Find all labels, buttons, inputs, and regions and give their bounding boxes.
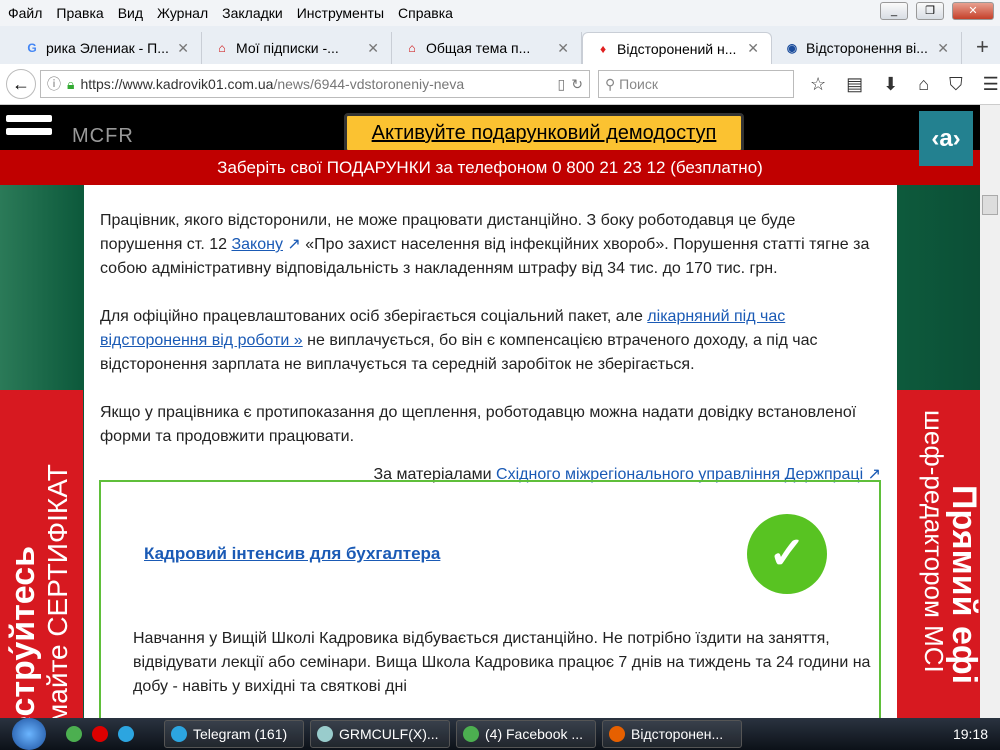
url-path: /news/6944-vdstoroneniy-neva [273, 76, 465, 92]
task-facebook[interactable]: (4) Facebook ... [456, 720, 596, 748]
paragraph-3: Якщо у працівника є протипоказання до ще… [100, 404, 857, 445]
vertical-scrollbar[interactable] [980, 105, 1000, 718]
telegram-icon [171, 726, 187, 742]
tab-3[interactable]: ⌂ Общая тема п... ✕ [392, 32, 582, 64]
tab-title: Мої підписки -... [236, 40, 339, 56]
home-icon[interactable]: ⌂ [918, 74, 929, 95]
left-banner-bold-text: естру́йтесь [4, 545, 42, 718]
minimize-button[interactable]: _ [880, 2, 908, 20]
info-icon[interactable]: ⓘ [47, 74, 61, 94]
new-tab-button[interactable]: + [976, 34, 989, 64]
house-icon: ⌂ [408, 41, 416, 55]
app-icon [317, 726, 333, 742]
article-content: Працівник, якого відсторонили, не може п… [84, 185, 897, 718]
demo-access-button[interactable]: Активуйте подарунковий демодоступ [344, 113, 744, 153]
opera-icon[interactable] [92, 726, 108, 742]
close-window-button[interactable]: ✕ [952, 2, 994, 20]
law-link[interactable]: Закону [231, 236, 282, 253]
left-side-banner[interactable]: естру́йтесь майте СЕРТИФІКАТ [0, 390, 83, 718]
external-link-icon: ↗ [282, 236, 301, 253]
site-menu-icon[interactable] [6, 115, 52, 141]
url-host: https://www.kadrovik01.com.ua [80, 76, 274, 92]
course-description: Навчання у Вищій Школі Кадровика відбува… [133, 630, 871, 695]
task-grmculf[interactable]: GRMCULF(X)... [310, 720, 450, 748]
close-tab-icon[interactable]: ✕ [367, 40, 379, 57]
tab-bar: Gрика Элениак - П... ✕ ⌂ Мої підписки -...… [0, 26, 1000, 64]
menu-view[interactable]: Вид [118, 5, 143, 21]
close-tab-icon[interactable]: ✕ [177, 40, 189, 57]
scrollbar-thumb[interactable] [982, 195, 998, 215]
task-label: (4) Facebook ... [485, 726, 584, 742]
clock[interactable]: 19:18 [953, 726, 988, 742]
menu-help[interactable]: Справка [398, 5, 453, 21]
right-banner-bold-text: Прямий ефі [945, 485, 980, 685]
paragraph-2: Для офіційно працевлаштованих осіб збері… [100, 305, 881, 377]
firefox-icon [609, 726, 625, 742]
reading-list-icon[interactable]: ▤ [846, 74, 863, 95]
right-side-banner[interactable]: Прямий ефі шеф-редактором МСІ [897, 390, 980, 718]
menu-bar: Файл Правка Вид Журнал Закладки Инструме… [0, 0, 1000, 26]
tab-2[interactable]: ⌂ Мої підписки -... ✕ [202, 32, 392, 64]
paragraph-1: Працівник, якого відсторонили, не може п… [100, 209, 881, 281]
close-tab-icon[interactable]: ✕ [747, 40, 759, 57]
task-firefox[interactable]: Відсторонен... [602, 720, 742, 748]
google-icon: G [27, 41, 37, 55]
flame-icon: ♦ [599, 41, 607, 56]
tab-title: Відсторонення ві... [806, 40, 928, 56]
close-tab-icon[interactable]: ✕ [937, 40, 949, 57]
tab-title: рика Элениак - П... [46, 40, 169, 56]
tab-1[interactable]: Gрика Элениак - П... ✕ [12, 32, 202, 64]
course-title-link[interactable]: Кадровий інтенсив для бухгалтера [144, 542, 440, 566]
course-promo-box: Кадровий інтенсив для бухгалтера ✓ Навча… [99, 480, 881, 718]
reload-icon[interactable]: ↻ [571, 76, 583, 93]
restore-button[interactable]: ❐ [916, 2, 944, 20]
menu-tools[interactable]: Инструменты [297, 5, 384, 21]
task-telegram[interactable]: Telegram (161) [164, 720, 304, 748]
menu-history[interactable]: Журнал [157, 5, 208, 21]
menu-edit[interactable]: Правка [56, 5, 103, 21]
chrome-icon [463, 726, 479, 742]
download-icon[interactable]: ⬇ [883, 74, 898, 95]
search-placeholder: Поиск [619, 76, 658, 92]
back-button[interactable]: ← [6, 69, 36, 99]
tab-5[interactable]: ◉ Відсторонення ві... ✕ [772, 32, 962, 64]
search-icon: ⚲ [605, 75, 620, 92]
tab-title: Відсторонений н... [617, 40, 737, 57]
task-label: GRMCULF(X)... [339, 726, 439, 742]
telegram-icon[interactable] [118, 726, 134, 742]
site-header: MCFR Активуйте подарунковий демодоступ [0, 105, 980, 153]
bookmark-star-icon[interactable]: ☆ [810, 74, 826, 95]
tab-4-active[interactable]: ♦ Відсторонений н... ✕ [582, 32, 772, 64]
text: Для офіційно працевлаштованих осіб збері… [100, 308, 648, 325]
shield-icon: ◉ [786, 41, 798, 55]
reader-view-icon[interactable]: ▯ [558, 76, 566, 93]
chrome-icon[interactable] [66, 726, 82, 742]
taskbar: Telegram (161) GRMCULF(X)... (4) Faceboo… [0, 718, 1000, 750]
menu-bookmarks[interactable]: Закладки [222, 5, 283, 21]
tab-title: Общая тема п... [426, 40, 531, 56]
pocket-icon[interactable]: ⛉ [949, 74, 963, 95]
close-tab-icon[interactable]: ✕ [557, 40, 569, 57]
checkmark-icon: ✓ [747, 514, 827, 594]
lock-icon: 🔒︎ [67, 75, 75, 92]
start-button[interactable] [12, 718, 46, 750]
nav-bar: ← ⓘ 🔒︎ https://www.kadrovik01.com.ua/news… [0, 64, 1000, 105]
a-button[interactable]: ‹а› [919, 111, 973, 166]
menu-file[interactable]: Файл [8, 5, 42, 21]
mcfr-logo[interactable]: MCFR [72, 125, 134, 148]
gift-phone-banner[interactable]: Заберіть свої ПОДАРУНКИ за телефоном 0 8… [0, 150, 980, 185]
task-label: Відсторонен... [631, 726, 724, 742]
right-banner-text: шеф-редактором МСІ [919, 410, 949, 673]
left-banner-text: майте СЕРТИФІКАТ [42, 464, 73, 718]
web-page: MCFR Активуйте подарунковий демодоступ ‹… [0, 105, 980, 718]
url-bar[interactable]: ⓘ 🔒︎ https://www.kadrovik01.com.ua/news/6… [40, 70, 590, 98]
search-input[interactable]: ⚲ Поиск [598, 70, 794, 98]
hamburger-menu-icon[interactable]: ☰ [983, 74, 999, 95]
house-icon: ⌂ [218, 41, 226, 55]
task-label: Telegram (161) [193, 726, 288, 742]
